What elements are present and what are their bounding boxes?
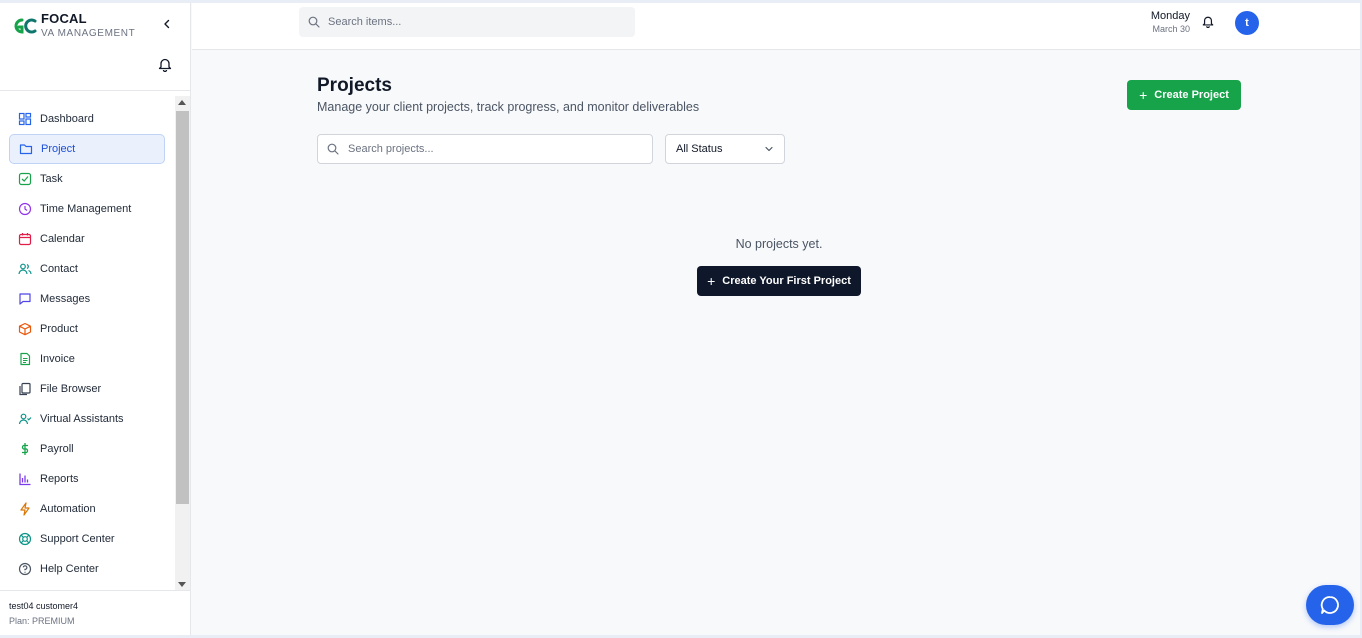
global-search-placeholder: Search items... [328, 16, 402, 28]
date-month: March 30 [1152, 24, 1190, 34]
sidebar-item-label: Help Center [40, 563, 99, 575]
sidebar-item-contact[interactable]: Contact [9, 254, 165, 284]
sidebar-item-time-management[interactable]: Time Management [9, 194, 165, 224]
sidebar-item-label: Contact [40, 263, 78, 275]
chat-button[interactable] [1306, 585, 1354, 625]
search-icon [308, 16, 320, 28]
package-icon [18, 322, 32, 336]
checkbox-icon [18, 172, 32, 186]
brand-subtitle: VA MANAGEMENT [41, 28, 136, 39]
scroll-down-icon[interactable] [178, 582, 186, 587]
dashboard-icon [18, 112, 32, 126]
sidebar-item-calendar[interactable]: Calendar [9, 224, 165, 254]
sidebar-item-file-browser[interactable]: File Browser [9, 374, 165, 404]
sidebar-nav: Dashboard Project Task Time Management Calen… [0, 101, 175, 591]
lifebuoy-icon [18, 532, 32, 546]
sidebar-item-label: Project [41, 143, 76, 155]
sidebar-item-label: Calendar [40, 233, 85, 245]
plus-icon: + [707, 273, 716, 289]
files-icon [18, 382, 32, 396]
clock-icon [18, 202, 32, 216]
sidebar-item-invoice[interactable]: Invoice [9, 344, 165, 374]
date-display: Monday March 30 [1130, 10, 1190, 34]
message-icon [18, 292, 32, 306]
sidebar-item-label: Dashboard [40, 113, 94, 125]
gc-logo-icon [14, 18, 37, 34]
bell-icon [158, 58, 172, 72]
sidebar-item-virtual-assistants[interactable]: Virtual Assistants [9, 404, 165, 434]
folder-icon [19, 142, 33, 156]
help-circle-icon [18, 562, 32, 576]
search-icon [327, 143, 339, 155]
lightning-icon [18, 502, 32, 516]
notifications-button[interactable] [1200, 13, 1216, 29]
avatar[interactable]: t [1235, 11, 1259, 35]
sidebar-item-label: Task [40, 173, 63, 185]
create-first-project-label: Create Your First Project [722, 275, 851, 287]
status-filter-select[interactable]: All Status [665, 134, 785, 164]
status-filter-value: All Status [676, 143, 723, 155]
create-project-button[interactable]: + Create Project [1127, 80, 1241, 110]
sidebar-item-label: Virtual Assistants [40, 413, 124, 425]
bar-chart-icon [18, 472, 32, 486]
collapse-sidebar-button[interactable] [158, 15, 176, 33]
project-search-input[interactable]: Search projects... [317, 134, 653, 164]
global-search-input[interactable]: Search items... [299, 7, 635, 37]
user-name: test04 customer4 [9, 601, 79, 611]
empty-state-text: No projects yet. [735, 237, 823, 251]
sidebar-item-support-center[interactable]: Support Center [9, 524, 165, 554]
sidebar-item-task[interactable]: Task [9, 164, 165, 194]
sidebar-item-reports[interactable]: Reports [9, 464, 165, 494]
user-info: test04 customer4 Plan: PREMIUM [0, 590, 190, 635]
plus-icon: + [1139, 87, 1148, 103]
dollar-icon [18, 442, 32, 456]
sidebar-divider [0, 90, 190, 91]
scrollbar-thumb[interactable] [176, 111, 189, 504]
user-plan: Plan: PREMIUM [9, 616, 75, 626]
sidebar-item-label: Automation [40, 503, 96, 515]
sidebar-item-label: Support Center [40, 533, 115, 545]
users-icon [18, 262, 32, 276]
chevron-down-icon [765, 146, 773, 152]
project-search-placeholder: Search projects... [348, 143, 434, 155]
page-title: Projects [317, 75, 392, 96]
sidebar-item-label: Messages [40, 293, 91, 305]
invoice-icon [18, 352, 32, 366]
topbar: Search items... Monday March 30 t [192, 3, 1360, 50]
create-first-project-button[interactable]: + Create Your First Project [697, 266, 861, 296]
sidebar-item-label: Product [40, 323, 78, 335]
chat-bubble-icon [1320, 596, 1339, 614]
sidebar-item-label: File Browser [40, 383, 102, 395]
sidebar-item-messages[interactable]: Messages [9, 284, 165, 314]
create-project-label: Create Project [1154, 89, 1229, 101]
sidebar-scrollbar[interactable] [175, 96, 190, 591]
page-subtitle: Manage your client projects, track progr… [317, 100, 700, 114]
sidebar-item-label: Reports [40, 473, 79, 485]
brand: FOCAL VA MANAGEMENT [11, 11, 135, 39]
sidebar-item-label: Time Management [40, 203, 132, 215]
sidebar-item-label: Invoice [40, 353, 75, 365]
date-day: Monday [1150, 10, 1190, 22]
sidebar-item-automation[interactable]: Automation [9, 494, 165, 524]
sidebar-item-project[interactable]: Project [9, 134, 165, 164]
bell-icon [1202, 16, 1214, 28]
chevron-left-icon [164, 19, 170, 29]
app-window: FOCAL VA MANAGEMENT Dashboard Project Task… [0, 3, 1360, 635]
sidebar-item-dashboard[interactable]: Dashboard [9, 104, 165, 134]
sidebar-item-label: Payroll [40, 443, 74, 455]
sidebar-item-payroll[interactable]: Payroll [9, 434, 165, 464]
scroll-up-icon[interactable] [178, 100, 186, 105]
brand-name: FOCAL [41, 11, 87, 26]
calendar-icon [18, 232, 32, 246]
sidebar-notifications-button[interactable] [156, 55, 174, 73]
user-check-icon [18, 412, 32, 426]
sidebar-item-product[interactable]: Product [9, 314, 165, 344]
sidebar: FOCAL VA MANAGEMENT Dashboard Project Task… [0, 3, 191, 635]
sidebar-item-help-center[interactable]: Help Center [9, 554, 165, 584]
